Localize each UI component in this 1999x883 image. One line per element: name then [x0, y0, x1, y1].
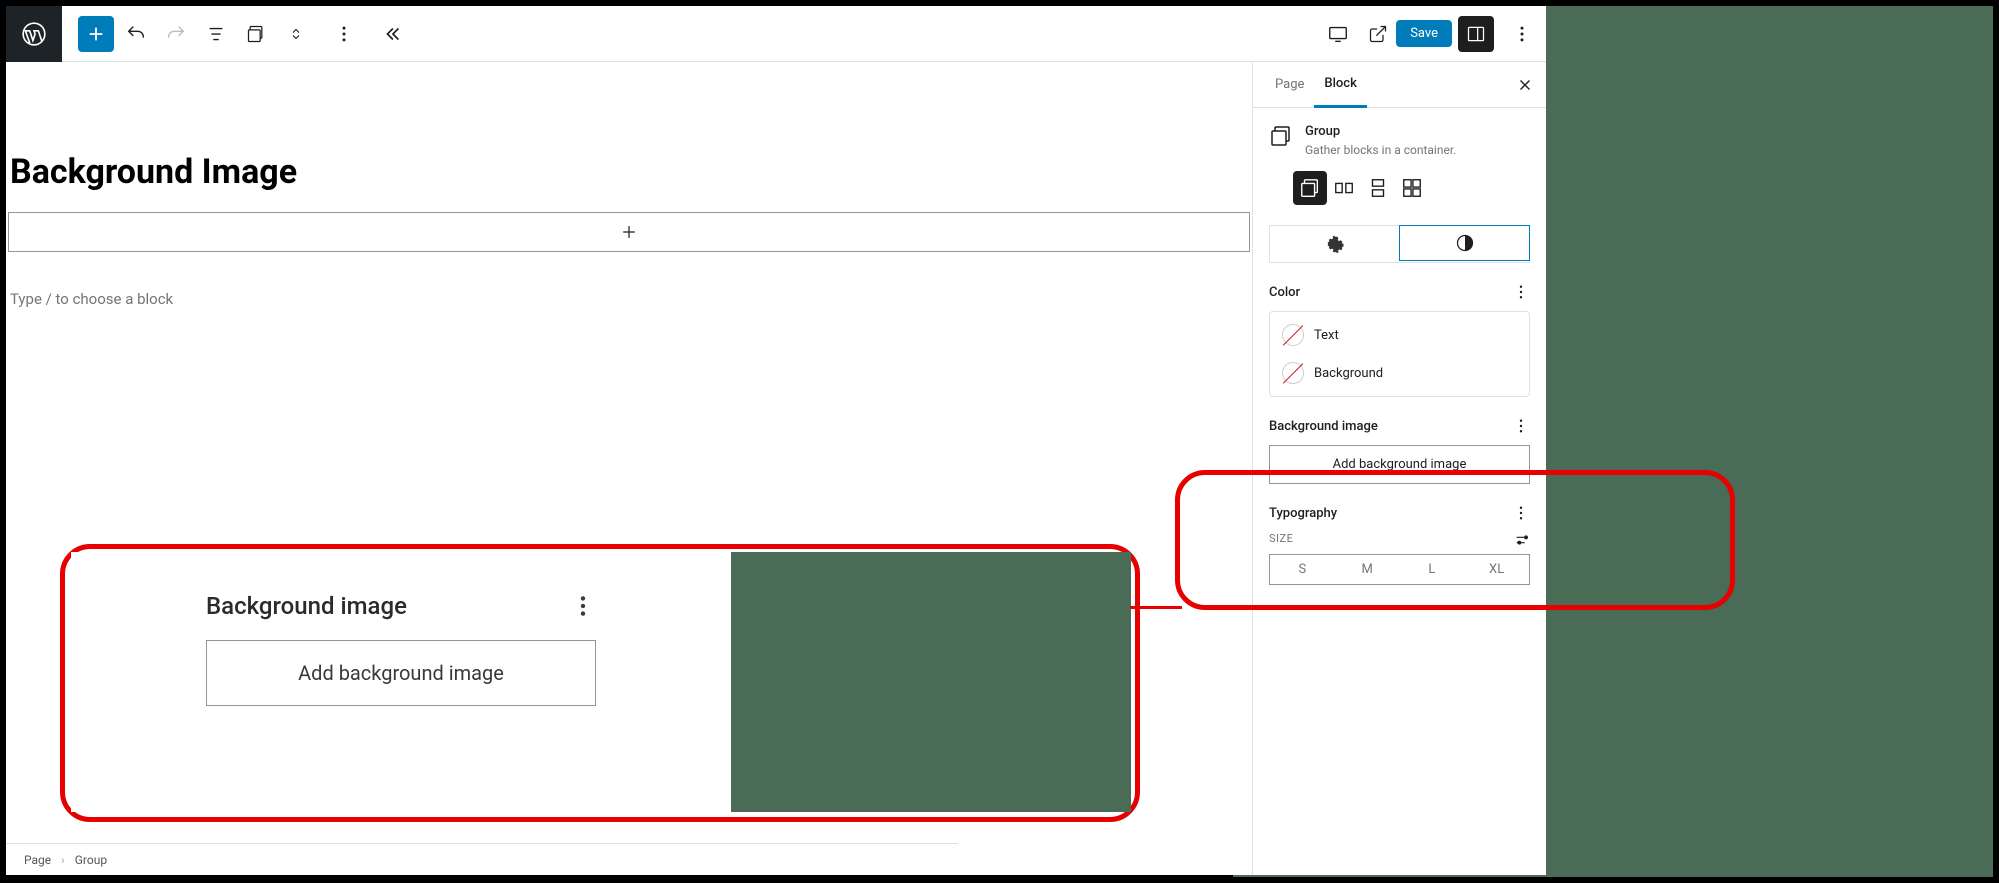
settings-icon[interactable]	[1514, 532, 1530, 548]
external-link-button[interactable]	[1360, 16, 1396, 52]
page-title[interactable]: Background Image	[6, 152, 1252, 192]
more-icon[interactable]	[1512, 504, 1530, 522]
size-s[interactable]: S	[1270, 555, 1335, 584]
add-background-image-button[interactable]: Add background image	[1269, 445, 1530, 484]
more-icon[interactable]	[570, 593, 596, 619]
callout-connector	[1130, 606, 1182, 609]
zoom-button[interactable]	[278, 16, 314, 52]
close-sidebar-button[interactable]	[1516, 76, 1534, 94]
sidebar-toggle-button[interactable]	[1458, 16, 1494, 52]
size-xl[interactable]: XL	[1464, 555, 1529, 584]
color-text[interactable]: Text	[1282, 316, 1517, 354]
variation-stack[interactable]	[1361, 171, 1395, 205]
undo-button[interactable]	[118, 16, 154, 52]
tab-block[interactable]: Block	[1314, 62, 1366, 108]
settings-sidebar: Page Block Group Gather blocks in a cont…	[1252, 62, 1546, 875]
swatch-icon	[1282, 324, 1304, 346]
block-name: Group	[1305, 124, 1340, 139]
color-background[interactable]: Background	[1282, 354, 1517, 392]
save-button[interactable]: Save	[1396, 20, 1452, 47]
variation-group[interactable]	[1293, 171, 1327, 205]
view-button[interactable]	[1320, 16, 1356, 52]
typography-panel-title: Typography	[1269, 504, 1530, 522]
collapse-button[interactable]	[374, 16, 410, 52]
swatch-icon	[1282, 362, 1304, 384]
size-selector: S M L XL	[1269, 554, 1530, 585]
chevron-right-icon: ›	[61, 853, 65, 867]
settings-tabs	[1269, 225, 1530, 263]
app-window: Save Background Image Type / to choose a…	[6, 6, 1546, 875]
close-icon	[1516, 76, 1534, 94]
options-button[interactable]	[1504, 16, 1540, 52]
block-description: Gather blocks in a container.	[1305, 143, 1456, 157]
editor-canvas[interactable]: Background Image Type / to choose a bloc…	[6, 62, 1252, 875]
callout-add-bg-button[interactable]: Add background image	[206, 640, 596, 706]
gear-icon	[1326, 234, 1346, 254]
settings-tab[interactable]	[1270, 226, 1400, 262]
variation-row[interactable]	[1327, 171, 1361, 205]
main-area: Background Image Type / to choose a bloc…	[6, 62, 1546, 875]
top-toolbar: Save	[6, 6, 1546, 62]
breadcrumb-current[interactable]: Group	[75, 853, 107, 867]
group-variations	[1293, 171, 1530, 205]
document-outline-button[interactable]	[198, 16, 234, 52]
sidebar-tabs: Page Block	[1253, 62, 1546, 108]
breadcrumb: Page › Group	[6, 843, 958, 875]
size-m[interactable]: M	[1335, 555, 1400, 584]
tools-menu-button[interactable]	[326, 16, 362, 52]
block-hint[interactable]: Type / to choose a block	[6, 290, 1252, 308]
styles-tab[interactable]	[1399, 225, 1530, 261]
group-icon	[1269, 124, 1293, 148]
more-icon[interactable]	[1512, 417, 1530, 435]
group-block-appender[interactable]	[8, 212, 1250, 252]
list-view-button[interactable]	[238, 16, 274, 52]
callout-title: Background image	[206, 592, 407, 620]
more-icon[interactable]	[1512, 283, 1530, 301]
bg-image-panel-title: Background image	[1269, 417, 1530, 435]
breadcrumb-root[interactable]: Page	[24, 853, 51, 867]
variation-grid[interactable]	[1395, 171, 1429, 205]
callout-zoom-panel: Background image Add background image	[71, 552, 731, 812]
callout-green-fill	[731, 552, 1131, 812]
plus-icon	[619, 222, 639, 242]
styles-icon	[1455, 233, 1475, 253]
block-header: Group Gather blocks in a container.	[1269, 124, 1530, 157]
size-label: SIZE	[1269, 532, 1293, 548]
redo-button[interactable]	[158, 16, 194, 52]
tab-page[interactable]: Page	[1265, 62, 1314, 108]
color-panel-title: Color	[1269, 283, 1530, 301]
wordpress-logo[interactable]	[6, 6, 62, 62]
add-block-button[interactable]	[78, 16, 114, 52]
size-l[interactable]: L	[1400, 555, 1465, 584]
